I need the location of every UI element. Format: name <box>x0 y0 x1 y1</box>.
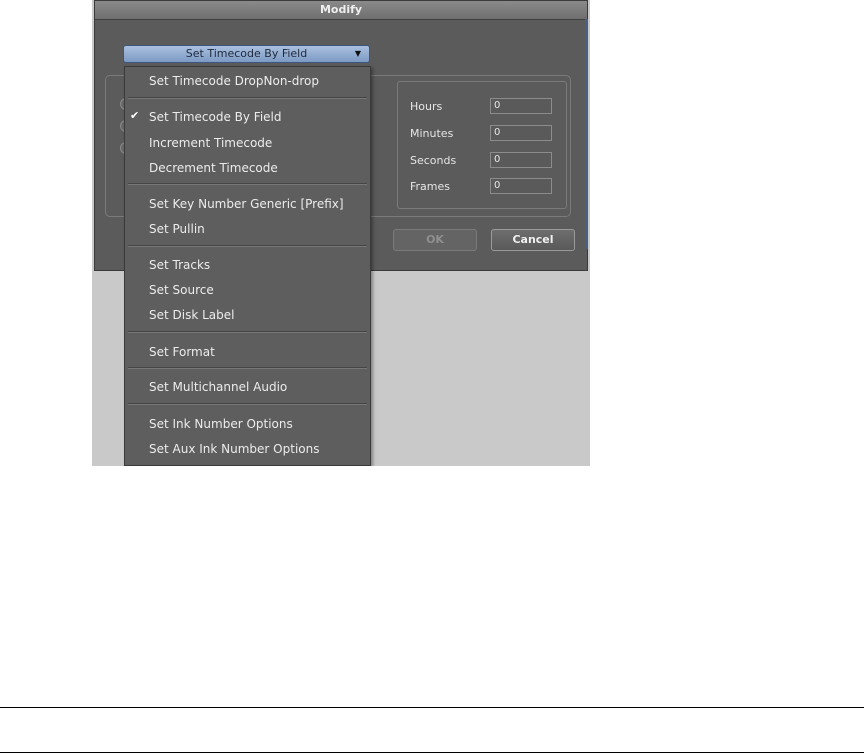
chevron-down-icon: ▼ <box>354 49 361 58</box>
seconds-input[interactable]: 0 <box>490 152 552 168</box>
menu-item[interactable]: Set Ink Number Options <box>149 414 293 434</box>
dropdown-value: Set Timecode By Field <box>185 47 308 60</box>
page-rule-top <box>0 707 864 708</box>
modify-type-menu: Set Timecode DropNon-drop ✔ Set Timecode… <box>124 66 371 466</box>
ok-button[interactable]: OK <box>393 229 477 251</box>
field-row-frames: Frames 0 <box>410 178 560 196</box>
menu-item[interactable]: Set Tracks <box>149 255 210 275</box>
menu-separator <box>128 245 367 247</box>
field-row-seconds: Seconds 0 <box>410 152 560 170</box>
field-row-hours: Hours 0 <box>410 98 560 116</box>
hours-label: Hours <box>410 100 443 113</box>
menu-item[interactable]: Set Format <box>149 342 215 362</box>
cancel-button[interactable]: Cancel <box>491 229 575 251</box>
menu-item[interactable]: Set Multichannel Audio <box>149 377 287 397</box>
window-edge <box>585 19 588 249</box>
screenshot: Modify Set Timecode By Field ▼ Hours 0 M… <box>92 0 590 466</box>
menu-separator <box>128 367 367 369</box>
menu-item[interactable]: Set Aux Ink Number Options <box>149 439 319 459</box>
menu-item[interactable]: Decrement Timecode <box>149 158 278 178</box>
seconds-label: Seconds <box>410 154 457 167</box>
menu-item[interactable]: Increment Timecode <box>149 133 272 153</box>
frames-label: Frames <box>410 180 451 193</box>
menu-item-checked[interactable]: Set Timecode By Field <box>149 107 282 127</box>
hours-input[interactable]: 0 <box>490 98 552 114</box>
menu-separator <box>128 183 367 185</box>
menu-item[interactable]: Set Pullin <box>149 219 205 239</box>
menu-separator <box>128 97 367 99</box>
modify-type-dropdown[interactable]: Set Timecode By Field ▼ <box>123 45 370 63</box>
menu-separator <box>128 331 367 333</box>
menu-item[interactable]: Set Key Number Generic [Prefix] <box>149 194 344 214</box>
minutes-label: Minutes <box>410 127 454 140</box>
dialog-title: Modify <box>95 1 587 20</box>
menu-item[interactable]: Set Disk Label <box>149 305 234 325</box>
checkmark-icon: ✔ <box>130 109 140 122</box>
menu-separator <box>128 403 367 405</box>
menu-item[interactable]: Set Timecode DropNon-drop <box>149 71 319 91</box>
page-rule-bottom <box>0 752 864 753</box>
timecode-fields-panel: Hours 0 Minutes 0 Seconds 0 Frames 0 <box>397 81 567 209</box>
frames-input[interactable]: 0 <box>490 178 552 194</box>
menu-item[interactable]: Set Source <box>149 280 214 300</box>
minutes-input[interactable]: 0 <box>490 125 552 141</box>
field-row-minutes: Minutes 0 <box>410 125 560 143</box>
